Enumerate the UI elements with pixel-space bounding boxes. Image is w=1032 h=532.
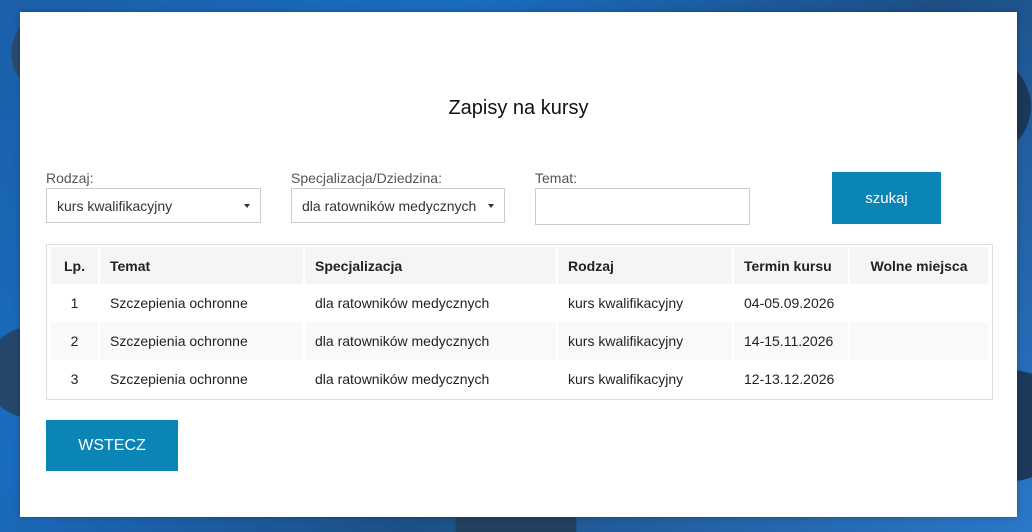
search-button[interactable]: szukaj <box>832 172 941 224</box>
cell-specjalizacja: dla ratowników medycznych <box>305 284 556 322</box>
table-row: 3 Szczepienia ochronne dla ratowników me… <box>51 360 988 398</box>
rodzaj-select-value: kurs kwalifikacyjny <box>57 197 173 214</box>
table-header-row: Lp. Temat Specjalizacja Rodzaj Termin ku… <box>51 247 988 284</box>
cell-rodzaj: kurs kwalifikacyjny <box>558 360 732 398</box>
cell-specjalizacja: dla ratowników medycznych <box>305 322 556 360</box>
header-termin: Termin kursu <box>734 247 848 284</box>
cell-temat: Szczepienia ochronne <box>100 322 303 360</box>
rodzaj-select[interactable]: kurs kwalifikacyjny <box>46 188 261 223</box>
cell-specjalizacja: dla ratowników medycznych <box>305 360 556 398</box>
cell-lp: 2 <box>51 322 98 360</box>
header-specjalizacja: Specjalizacja <box>305 247 556 284</box>
cell-rodzaj: kurs kwalifikacyjny <box>558 284 732 322</box>
courses-table-grid: Lp. Temat Specjalizacja Rodzaj Termin ku… <box>49 247 990 398</box>
page-title: Zapisy na kursy <box>448 97 589 119</box>
back-button[interactable]: WSTECZ <box>46 420 178 471</box>
cell-wolne <box>850 284 988 322</box>
table-row: 2 Szczepienia ochronne dla ratowników me… <box>51 322 988 360</box>
header-temat: Temat <box>100 247 303 284</box>
header-rodzaj: Rodzaj <box>558 247 732 284</box>
main-panel: Zapisy na kursy Rodzaj: kurs kwalifikacy… <box>20 12 1017 517</box>
rodzaj-label: Rodzaj: <box>46 170 94 186</box>
courses-table: Lp. Temat Specjalizacja Rodzaj Termin ku… <box>46 244 993 400</box>
temat-label: Temat: <box>535 170 578 186</box>
header-lp: Lp. <box>51 247 98 284</box>
cell-wolne <box>850 360 988 398</box>
specjalizacja-label: Specjalizacja/Dziedzina: <box>291 170 442 186</box>
cell-lp: 1 <box>51 284 98 322</box>
cell-termin: 12-13.12.2026 <box>734 360 848 398</box>
specjalizacja-select-value: dla ratowników medycznych <box>302 197 477 214</box>
header-wolne: Wolne miejsca <box>850 247 988 284</box>
chevron-down-icon <box>244 204 250 208</box>
cell-termin: 14-15.11.2026 <box>734 322 848 360</box>
cell-lp: 3 <box>51 360 98 398</box>
cell-rodzaj: kurs kwalifikacyjny <box>558 322 732 360</box>
cell-temat: Szczepienia ochronne <box>100 284 303 322</box>
temat-input[interactable] <box>535 188 750 225</box>
specjalizacja-select[interactable]: dla ratowników medycznych <box>291 188 505 223</box>
cell-wolne <box>850 322 988 360</box>
cell-termin: 04-05.09.2026 <box>734 284 848 322</box>
cell-temat: Szczepienia ochronne <box>100 360 303 398</box>
table-row: 1 Szczepienia ochronne dla ratowników me… <box>51 284 988 322</box>
chevron-down-icon <box>488 204 494 208</box>
